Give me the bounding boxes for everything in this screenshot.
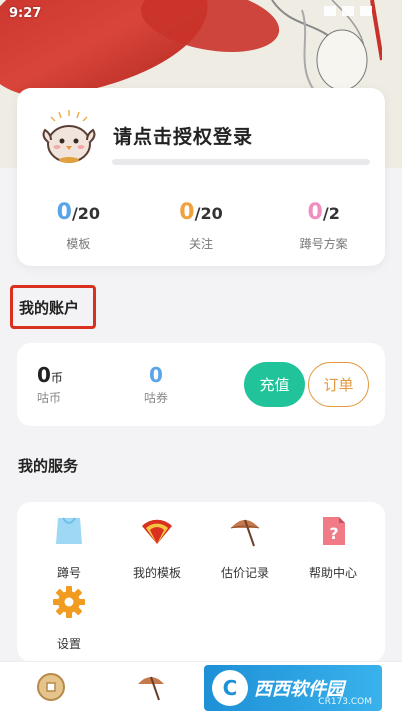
- service-item-settings[interactable]: 设置: [29, 585, 109, 652]
- service-item-valuation[interactable]: 估价记录: [205, 514, 285, 581]
- site-watermark: C 西西软件园 CR173.COM: [204, 665, 382, 711]
- service-label: 蹲号: [56, 566, 81, 580]
- bag-icon: [56, 517, 82, 544]
- stat-total: /2: [322, 204, 340, 223]
- section-title-services: 我的服务: [18, 457, 79, 475]
- stat-label: 模板: [66, 237, 91, 251]
- coin-value: 0: [37, 363, 51, 387]
- coupon-label: 咕券: [143, 391, 168, 405]
- coin-unit: 币: [50, 371, 63, 385]
- status-icons: [324, 6, 372, 16]
- service-label: 帮助中心: [308, 566, 357, 580]
- profile-card: 请点击授权登录 0/20 模板 0/20 关注 0/2 蹲号方案: [17, 88, 385, 266]
- fan-icon: [142, 519, 172, 544]
- stat-total: /20: [194, 204, 223, 223]
- battery-icon: [360, 6, 372, 16]
- stat-label: 蹲号方案: [299, 237, 348, 251]
- stat-total: /20: [71, 204, 101, 223]
- service-label: 估价记录: [220, 566, 269, 580]
- order-button[interactable]: 订单: [308, 362, 369, 407]
- signal-icon: [342, 6, 354, 16]
- gear-icon: [53, 586, 85, 618]
- service-card: 蹲号 我的模板 估价记录 ? 帮助中心 设置: [17, 502, 385, 662]
- watermark-sub: CR173.COM: [318, 697, 372, 707]
- stat-watch-plans[interactable]: 0/2 蹲号方案: [262, 200, 385, 252]
- profile-progress-bar: [112, 159, 370, 165]
- svg-text:?: ?: [329, 524, 338, 543]
- service-item-watch[interactable]: 蹲号: [29, 514, 109, 581]
- coin-label: 咕币: [37, 391, 62, 405]
- watermark-logo: C: [212, 670, 248, 706]
- help-doc-icon: ?: [323, 517, 345, 545]
- coin-balance[interactable]: 0币 咕币: [37, 363, 63, 406]
- bird-avatar-icon[interactable]: [39, 108, 99, 166]
- stat-templates[interactable]: 0/20 模板: [17, 200, 140, 252]
- recharge-button[interactable]: 充值: [244, 362, 305, 407]
- service-label: 我的模板: [132, 566, 181, 580]
- coupon-balance[interactable]: 0 咕券: [143, 363, 169, 406]
- service-label: 设置: [56, 637, 81, 651]
- login-prompt[interactable]: 请点击授权登录: [113, 122, 253, 149]
- stat-value: 0: [56, 200, 72, 225]
- account-card: 0币 咕币 0 咕券 充值 订单: [17, 343, 385, 426]
- umbrella-icon[interactable]: [136, 672, 166, 702]
- wifi-icon: [324, 6, 336, 16]
- status-time: 9:27: [9, 6, 42, 21]
- stat-value: 0: [179, 200, 195, 225]
- profile-stats: 0/20 模板 0/20 关注 0/2 蹲号方案: [17, 200, 385, 252]
- service-item-templates[interactable]: 我的模板: [117, 514, 197, 581]
- stat-follows[interactable]: 0/20 关注: [140, 200, 263, 252]
- umbrella-icon: [230, 519, 260, 547]
- service-item-help[interactable]: ? 帮助中心: [293, 514, 373, 581]
- coin-icon[interactable]: [36, 672, 66, 702]
- coupon-value: 0: [149, 363, 163, 387]
- stat-label: 关注: [189, 237, 214, 251]
- stat-value: 0: [307, 200, 323, 225]
- section-title-account: 我的账户: [10, 285, 96, 329]
